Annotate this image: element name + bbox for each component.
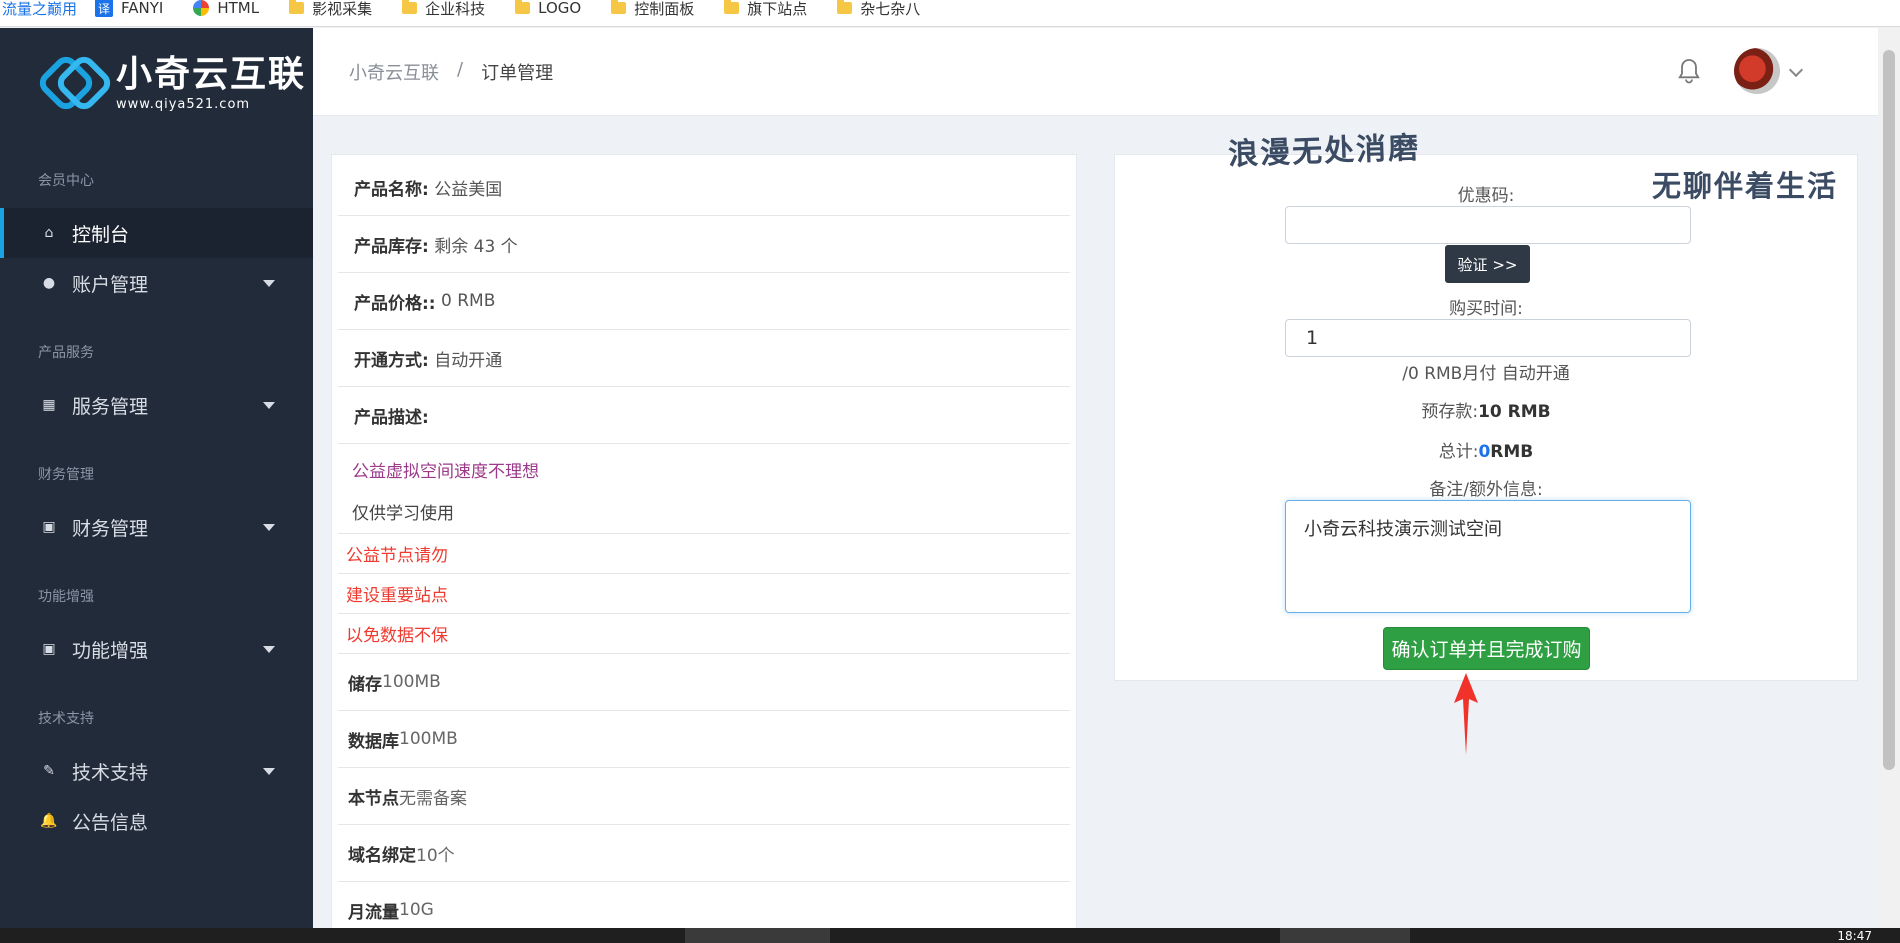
bookmark-folder[interactable]: LOGO xyxy=(515,0,581,17)
remark-label: 备注/额外信息: xyxy=(1429,480,1543,500)
bookmark-folder[interactable]: 企业科技 xyxy=(402,0,485,19)
bookmark-folder[interactable]: 影视采集 xyxy=(289,0,372,19)
chevron-down-icon[interactable] xyxy=(1788,62,1804,78)
logo[interactable]: 小奇云互联 www.qiya521.com xyxy=(0,28,313,138)
user-icon: ● xyxy=(42,275,56,291)
product-desc-row: 产品描述: xyxy=(338,387,1070,444)
taskbar-item[interactable] xyxy=(1280,928,1410,943)
ticket-icon: ✎ xyxy=(43,763,55,779)
caret-down-icon xyxy=(263,646,275,653)
sidebar-item-support[interactable]: ✎ 技术支持 xyxy=(0,746,313,796)
spec-row: 域名绑定 10个 xyxy=(338,825,1070,882)
desc-line: 仅供学习使用 xyxy=(338,490,1070,534)
breadcrumb: 小奇云互联 / 订单管理 xyxy=(349,59,553,85)
caret-down-icon xyxy=(263,402,275,409)
sidebar-item-finance[interactable]: ▣ 财务管理 xyxy=(0,502,313,552)
product-stock-row: 产品库存: 剩余 43 个 xyxy=(338,216,1070,273)
folder-icon xyxy=(837,0,853,14)
sidebar: 小奇云互联 www.qiya521.com 会员中心 ⌂ 控制台 ● 账户管理 … xyxy=(0,28,313,928)
desc-line: 建设重要站点 xyxy=(338,574,1070,614)
bookmark-folder[interactable]: 旗下站点 xyxy=(724,0,807,19)
nav-group-label: 功能增强 xyxy=(38,589,94,605)
notification-bell-icon[interactable] xyxy=(1678,58,1700,84)
bell-icon: 🔔 xyxy=(40,813,58,829)
logo-url: www.qiya521.com xyxy=(116,96,251,112)
html-icon xyxy=(193,0,210,16)
wallet-icon: ▣ xyxy=(42,519,56,535)
folder-icon xyxy=(515,0,531,14)
wallet-icon: ▣ xyxy=(42,641,56,657)
sidebar-item-account[interactable]: ● 账户管理 xyxy=(0,258,313,308)
avatar[interactable] xyxy=(1734,48,1780,94)
annotation-arrow-icon xyxy=(1454,673,1478,755)
deposit-line: 预存款:10 RMB xyxy=(1421,402,1551,422)
sidebar-item-notices[interactable]: 🔔 公告信息 xyxy=(0,796,313,846)
sidebar-item-services[interactable]: ▦ 服务管理 xyxy=(0,380,313,430)
breadcrumb-home[interactable]: 小奇云互联 xyxy=(349,59,439,85)
watermark-text: 无聊伴着生活 xyxy=(1652,169,1839,203)
folder-icon xyxy=(402,0,418,14)
top-header: 小奇云互联 / 订单管理 xyxy=(313,28,1878,116)
order-form-panel: 优惠码: 验证 >> 购买时间: 1 /0 RMB月付 自动开通 预存款:10 … xyxy=(1114,154,1858,681)
desc-line: 公益虚拟空间速度不理想 xyxy=(352,461,539,482)
product-price-row: 产品价格:: 0 RMB xyxy=(338,273,1070,330)
grid-icon: ▦ xyxy=(42,397,56,413)
product-name-row: 产品名称: 公益美国 xyxy=(338,159,1070,216)
logo-icon xyxy=(34,50,116,116)
total-line: 总计:0RMB xyxy=(1438,442,1534,462)
confirm-order-button[interactable]: 确认订单并且完成订购 xyxy=(1383,627,1590,670)
breadcrumb-separator: / xyxy=(457,58,464,80)
bookmark-html[interactable]: HTML xyxy=(193,0,259,17)
remark-textarea[interactable]: 小奇云科技演示测试空间 xyxy=(1285,500,1691,613)
spec-row: 数据库 100MB xyxy=(338,711,1070,768)
os-taskbar: 18:47 xyxy=(0,928,1900,943)
folder-icon xyxy=(611,0,627,14)
bookmarks-bar: 流量之巅用 译 FANYI HTML 影视采集 企业科技 LOGO 控制面板 旗下… xyxy=(0,0,1900,27)
purchase-time-input[interactable]: 1 xyxy=(1285,319,1691,357)
fanyi-icon: 译 xyxy=(95,0,114,17)
sidebar-item-dashboard[interactable]: ⌂ 控制台 xyxy=(0,208,313,258)
spec-row: 储存 100MB xyxy=(338,654,1070,711)
scrollbar-thumb[interactable] xyxy=(1883,50,1895,770)
bookmark-folder[interactable]: 杂七杂八 xyxy=(837,0,920,19)
spec-row: 月流量 10G xyxy=(338,882,1070,933)
breadcrumb-current: 订单管理 xyxy=(481,62,554,84)
nav-group-label: 财务管理 xyxy=(38,467,94,483)
caret-down-icon xyxy=(263,768,275,775)
product-info-panel: 产品名称: 公益美国 产品库存: 剩余 43 个 产品价格:: 0 RMB 开通… xyxy=(331,154,1077,934)
watermark-text: 浪漫无处消磨 xyxy=(1227,130,1421,173)
coupon-input[interactable] xyxy=(1285,206,1691,244)
bookmark-apps[interactable]: 流量之巅用 xyxy=(2,0,77,19)
home-icon: ⌂ xyxy=(44,225,54,241)
desc-line: 以免数据不保 xyxy=(338,614,1070,654)
bookmark-folder[interactable]: 控制面板 xyxy=(611,0,694,19)
folder-icon xyxy=(724,0,740,14)
desc-line: 公益节点请勿 xyxy=(338,534,1070,574)
period-note: /0 RMB月付 自动开通 xyxy=(1402,364,1570,384)
page-scrollbar[interactable] xyxy=(1878,28,1900,928)
product-open-row: 开通方式: 自动开通 xyxy=(338,330,1070,387)
caret-down-icon xyxy=(263,280,275,287)
nav-group-label: 会员中心 xyxy=(38,173,94,189)
verify-button[interactable]: 验证 >> xyxy=(1445,245,1530,283)
nav-group-label: 技术支持 xyxy=(38,711,94,727)
sidebar-item-features[interactable]: ▣ 功能增强 xyxy=(0,624,313,674)
bookmark-fanyi[interactable]: 译 FANYI xyxy=(95,0,163,17)
caret-down-icon xyxy=(263,524,275,531)
taskbar-clock: 18:47 xyxy=(1837,929,1872,943)
folder-icon xyxy=(289,0,305,14)
purchase-time-label: 购买时间: xyxy=(1449,299,1523,319)
nav-group-label: 产品服务 xyxy=(38,345,94,361)
taskbar-item[interactable] xyxy=(685,928,830,943)
spec-row: 本节点 无需备案 xyxy=(338,768,1070,825)
logo-title: 小奇云互联 xyxy=(116,53,307,95)
